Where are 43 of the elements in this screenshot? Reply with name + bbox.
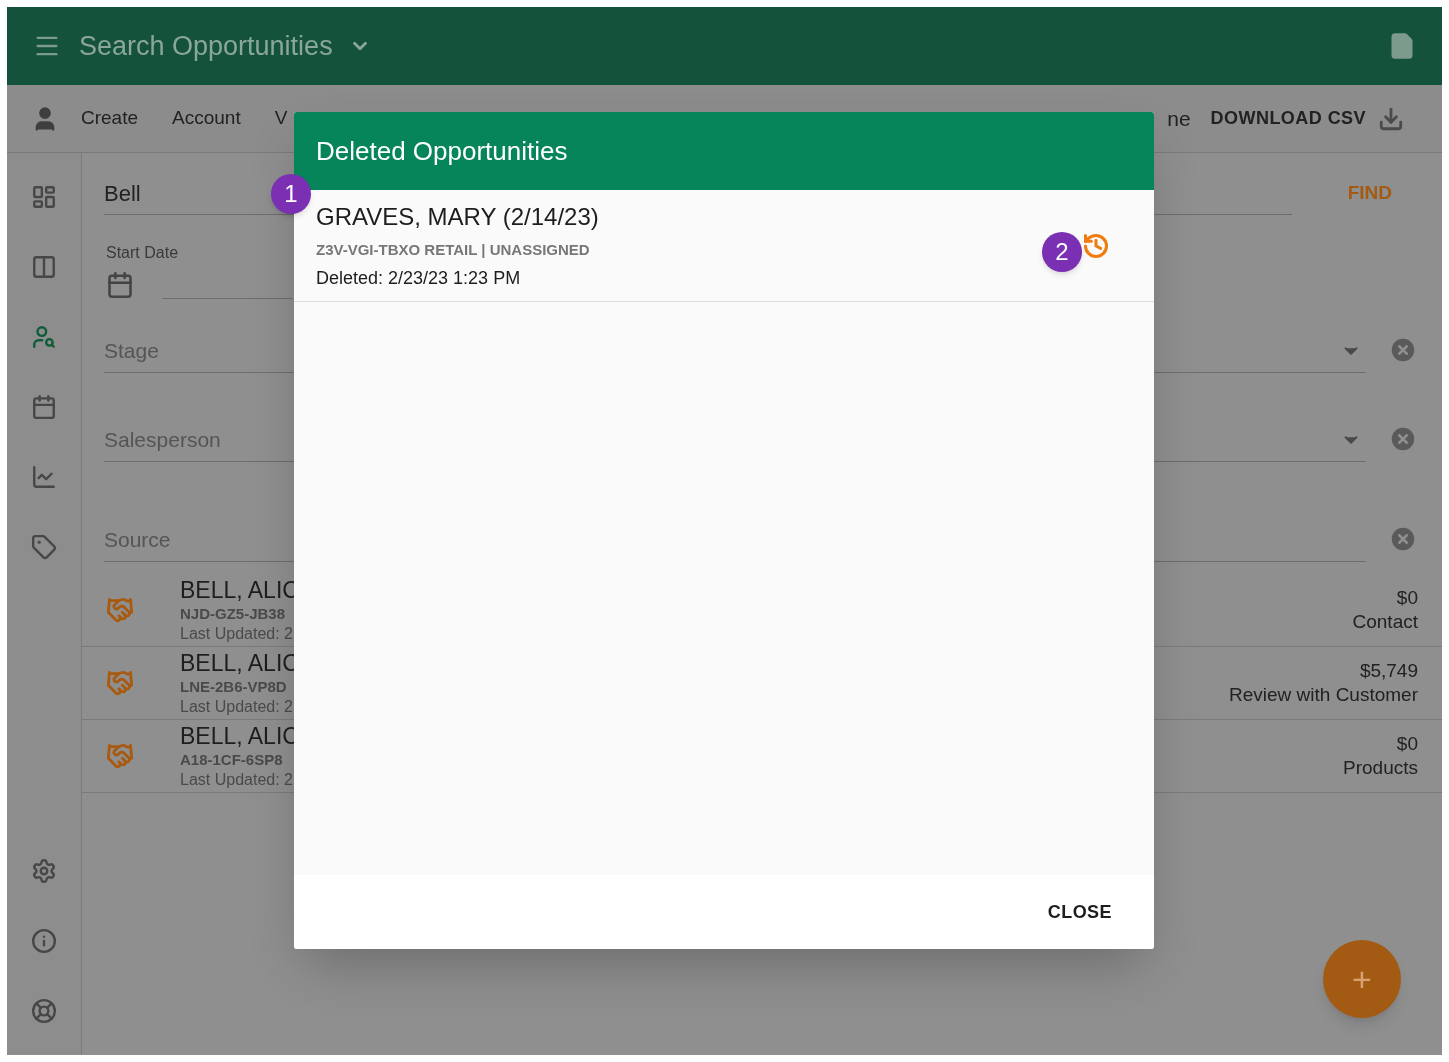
result-updated: Last Updated: 2 bbox=[180, 769, 294, 790]
result-updated: Last Updated: 2 bbox=[180, 623, 294, 644]
download-csv-button[interactable]: DOWNLOAD CSV bbox=[1210, 105, 1404, 132]
settings-icon[interactable] bbox=[30, 857, 58, 885]
person-search-icon[interactable] bbox=[30, 323, 58, 351]
result-code: NJD-GZ5-JB38 bbox=[180, 605, 287, 624]
handshake-icon bbox=[106, 596, 134, 624]
result-stage: Products bbox=[1343, 756, 1418, 780]
tag-icon[interactable] bbox=[30, 533, 58, 561]
restore-icon[interactable] bbox=[1082, 231, 1110, 260]
item-deleted-date: Deleted: 2/23/23 1:23 PM bbox=[316, 267, 522, 291]
nav-tab[interactable]: ne bbox=[1167, 102, 1191, 135]
result-amount: $0 bbox=[1396, 586, 1418, 610]
page-title: Search Opportunities bbox=[79, 29, 333, 63]
line-chart-icon[interactable] bbox=[30, 463, 58, 491]
nav-tab[interactable]: V bbox=[274, 104, 288, 133]
download-icon bbox=[1378, 105, 1404, 132]
dashboard-icon[interactable] bbox=[30, 183, 58, 211]
nav-tab[interactable]: Create bbox=[81, 104, 139, 133]
close-button[interactable]: CLOSE bbox=[1047, 898, 1112, 926]
dialog-title: Deleted Opportunities bbox=[316, 134, 568, 168]
handshake-icon bbox=[106, 742, 134, 770]
clear-icon[interactable] bbox=[1388, 335, 1418, 365]
nav-tab[interactable]: Account bbox=[172, 104, 241, 133]
clear-icon[interactable] bbox=[1388, 424, 1418, 454]
result-code: A18-1CF-6SP8 bbox=[180, 751, 284, 770]
item-name: GRAVES, MARY (2/14/23) bbox=[316, 201, 599, 232]
callout-badge: 1 bbox=[271, 174, 311, 214]
handshake-icon bbox=[106, 669, 134, 697]
columns-icon[interactable] bbox=[30, 253, 58, 281]
item-details: Z3V-VGI-TBXO RETAIL | UNASSIGNED bbox=[316, 239, 591, 260]
info-icon[interactable] bbox=[30, 927, 58, 955]
result-amount: $0 bbox=[1396, 732, 1418, 756]
result-stage: Contact bbox=[1352, 610, 1418, 634]
result-updated: Last Updated: 2 bbox=[180, 696, 294, 717]
field-label: Start Date bbox=[106, 244, 179, 261]
result-code: LNE-2B6-VP8D bbox=[180, 678, 288, 697]
calendar-icon[interactable] bbox=[106, 271, 134, 299]
lifebuoy-icon[interactable] bbox=[30, 997, 58, 1025]
result-amount: $5,749 bbox=[1359, 659, 1418, 683]
clear-icon[interactable] bbox=[1388, 524, 1418, 554]
calendar-icon[interactable] bbox=[30, 393, 58, 421]
result-stage: Review with Customer bbox=[1229, 683, 1418, 707]
